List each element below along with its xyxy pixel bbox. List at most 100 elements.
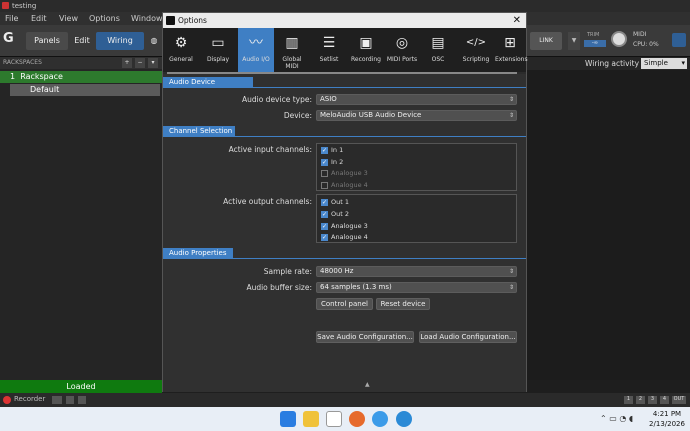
device-select[interactable]: MeloAudio USB Audio Device ⇕ bbox=[316, 110, 517, 121]
midi-port-icon: ◎ bbox=[395, 35, 409, 51]
menu-window[interactable]: Window bbox=[131, 12, 163, 25]
load-status: Loaded bbox=[0, 380, 162, 393]
checkbox-icon bbox=[321, 181, 328, 189]
checkbox-icon: ✓ bbox=[321, 222, 328, 230]
waveform-icon: 〰 bbox=[249, 35, 263, 51]
recorder-in-button[interactable] bbox=[52, 396, 62, 404]
output-channel-4[interactable]: ✓ Analogue 4 bbox=[321, 233, 368, 241]
checkbox-icon: ✓ bbox=[321, 198, 328, 206]
scroll-up-icon[interactable]: ▲ bbox=[365, 381, 370, 388]
add-rackspace-button[interactable]: + bbox=[122, 58, 132, 68]
trim-value: -∞ bbox=[584, 40, 606, 47]
os-taskbar: ⌃ ▭ ◔ ◖ 4:21 PM 2/13/2026 bbox=[0, 407, 690, 431]
buffer-size-select[interactable]: 64 samples (1.3 ms) ⇕ bbox=[316, 282, 517, 293]
audio-io-panel: Audio Device Audio device type: ASIO ⇕ De… bbox=[163, 74, 526, 392]
record-icon[interactable] bbox=[3, 396, 11, 404]
out-button-1[interactable]: 1 bbox=[624, 396, 633, 404]
close-icon[interactable]: ✕ bbox=[513, 13, 521, 28]
input-channel-1[interactable]: ✓ In 1 bbox=[321, 146, 343, 154]
file-explorer-icon[interactable] bbox=[303, 411, 319, 427]
recorder-ch2-button[interactable] bbox=[78, 396, 86, 404]
input-channel-4[interactable]: Analogue 4 bbox=[321, 181, 368, 189]
link-button[interactable]: LINK bbox=[530, 32, 562, 50]
sample-rate-select[interactable]: 48000 Hz ⇕ bbox=[316, 266, 517, 277]
menu-edit[interactable]: Edit bbox=[31, 12, 47, 25]
output-channel-1[interactable]: ✓ Out 1 bbox=[321, 198, 349, 206]
out-button[interactable]: OUT bbox=[672, 396, 686, 404]
tab-extensions[interactable]: ⊞ Extensions bbox=[495, 28, 528, 72]
clock-time[interactable]: 4:21 PM bbox=[648, 410, 686, 418]
chevron-updown-icon: ⇕ bbox=[508, 268, 514, 275]
plus-box-icon: ⊞ bbox=[504, 35, 516, 51]
section-audio-properties: Audio Properties bbox=[163, 248, 233, 259]
window-titlebar: testing bbox=[0, 0, 690, 12]
volume-knob[interactable] bbox=[611, 31, 627, 47]
options-dialog: Options ✕ ⚙ General ▭ Display 〰 Audio I/O ▥… bbox=[162, 12, 528, 392]
tab-scripting[interactable]: </> Scripting bbox=[459, 28, 493, 72]
output-channel-3[interactable]: ✓ Analogue 3 bbox=[321, 222, 368, 230]
status-bar: Recorder 1 2 3 4 OUT bbox=[0, 393, 690, 407]
tab-setlist[interactable]: ☰ Setlist bbox=[314, 28, 344, 72]
input-channels-list[interactable]: ✓ In 1 ✓ In 2 Analogue 3 Analogue 4 bbox=[316, 143, 517, 191]
monitor-icon: ▭ bbox=[211, 35, 225, 51]
out-button-2[interactable]: 2 bbox=[636, 396, 645, 404]
reset-device-button[interactable]: Reset device bbox=[376, 298, 430, 310]
variation-item[interactable]: Default bbox=[10, 84, 160, 96]
out-button-3[interactable]: 3 bbox=[648, 396, 657, 404]
tab-global-midi[interactable]: ▥ Global MIDI bbox=[275, 28, 309, 72]
device-label: Device: bbox=[283, 111, 312, 120]
dropdown-arrow-icon[interactable]: ▼ bbox=[568, 32, 580, 50]
output-channels-label: Active output channels: bbox=[223, 197, 312, 206]
globe-icon[interactable]: ◍ bbox=[148, 32, 160, 50]
tab-osc[interactable]: ▤ OSC bbox=[425, 28, 451, 72]
notepad-icon[interactable] bbox=[326, 411, 342, 427]
cpu-indicator: CPU: 0% bbox=[633, 41, 659, 48]
window-title: testing bbox=[12, 2, 37, 10]
section-divider bbox=[235, 136, 526, 137]
tab-midi-ports[interactable]: ◎ MIDI Ports bbox=[385, 28, 419, 72]
checkbox-icon: ✓ bbox=[321, 210, 328, 218]
settings-icon[interactable] bbox=[672, 33, 686, 47]
wiring-mode-select[interactable]: Simple ▾ bbox=[641, 58, 687, 69]
clock-date[interactable]: 2/13/2026 bbox=[646, 420, 688, 428]
wiring-activity-label: Wiring activity bbox=[585, 59, 640, 68]
tab-general[interactable]: ⚙ General bbox=[165, 28, 197, 72]
menu-options[interactable]: Options bbox=[89, 12, 120, 25]
menu-view[interactable]: View bbox=[59, 12, 78, 25]
save-audio-config-button[interactable]: Save Audio Configuration... bbox=[316, 331, 414, 343]
tape-recorder-icon: ▣ bbox=[359, 35, 373, 51]
menu-file[interactable]: File bbox=[5, 12, 18, 25]
rackspace-item[interactable]: 1 Rackspace bbox=[0, 71, 162, 83]
remove-rackspace-button[interactable]: − bbox=[135, 58, 145, 68]
app-icon bbox=[2, 2, 9, 9]
dialog-title: Options bbox=[178, 16, 207, 25]
tab-recording[interactable]: ▣ Recording bbox=[349, 28, 383, 72]
firefox-icon[interactable] bbox=[349, 411, 365, 427]
section-divider bbox=[253, 87, 526, 88]
output-channels-list[interactable]: ✓ Out 1 ✓ Out 2 ✓ Analogue 3 ✓ Analogue 4 bbox=[316, 194, 517, 243]
rackspace-menu-icon[interactable]: ▾ bbox=[148, 58, 158, 68]
panels-button[interactable]: Panels bbox=[26, 32, 68, 50]
output-channel-2[interactable]: ✓ Out 2 bbox=[321, 210, 349, 218]
load-audio-config-button[interactable]: Load Audio Configuration... bbox=[419, 331, 517, 343]
rackspace-panel bbox=[0, 57, 162, 380]
device-type-select[interactable]: ASIO ⇕ bbox=[316, 94, 517, 105]
section-channel-selection: Channel Selection bbox=[163, 126, 235, 137]
input-channel-3[interactable]: Analogue 3 bbox=[321, 169, 368, 177]
out-button-4[interactable]: 4 bbox=[660, 396, 669, 404]
recorder-ch1-button[interactable] bbox=[66, 396, 74, 404]
wiring-activity-bar: Wiring activity Simple ▾ bbox=[525, 57, 690, 70]
app-icon-blue[interactable] bbox=[396, 411, 412, 427]
wiring-button[interactable]: Wiring bbox=[96, 32, 144, 50]
input-channel-2[interactable]: ✓ In 2 bbox=[321, 158, 343, 166]
start-icon[interactable] bbox=[280, 411, 296, 427]
edit-button[interactable]: Edit bbox=[72, 32, 92, 50]
system-tray-icons[interactable]: ⌃ ▭ ◔ ◖ bbox=[600, 414, 633, 423]
tab-display[interactable]: ▭ Display bbox=[201, 28, 235, 72]
chrome-icon[interactable] bbox=[372, 411, 388, 427]
tab-audio-io[interactable]: 〰 Audio I/O bbox=[238, 28, 274, 72]
control-panel-button[interactable]: Control panel bbox=[316, 298, 373, 310]
input-channels-label: Active input channels: bbox=[228, 145, 312, 154]
piano-keys-icon: ▥ bbox=[285, 35, 299, 51]
dialog-app-icon bbox=[166, 16, 175, 25]
